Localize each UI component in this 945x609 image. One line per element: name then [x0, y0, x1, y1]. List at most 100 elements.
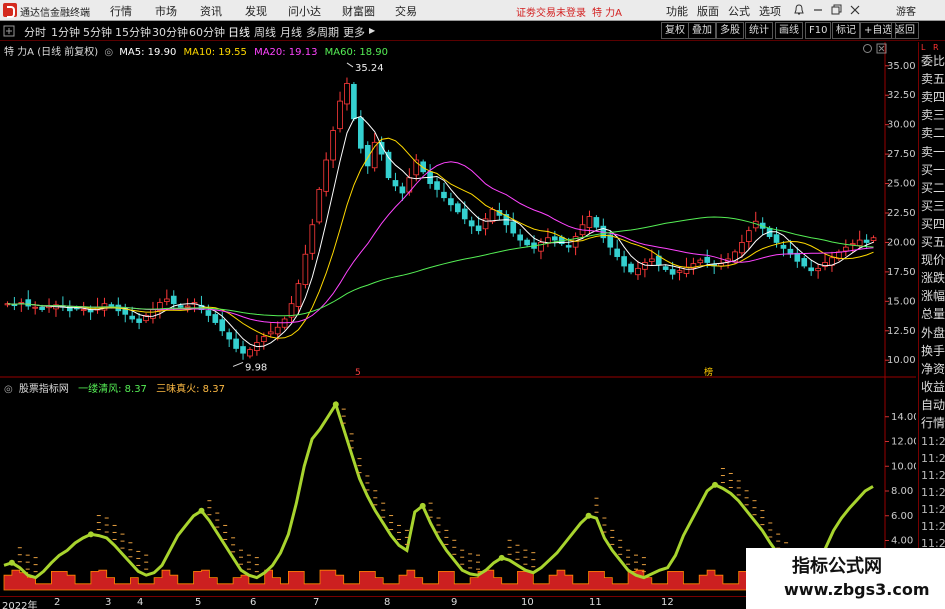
tab-60min[interactable]: 60分钟 [189, 24, 225, 40]
candle-body [309, 224, 316, 254]
back-button[interactable]: 返回 [891, 22, 919, 39]
guest-label[interactable]: 游客 [896, 3, 916, 18]
indicator-tick-label: 6.00 [891, 511, 913, 522]
candle-body [461, 208, 468, 220]
panel-l-label[interactable]: L [921, 43, 925, 52]
candle-body [780, 244, 787, 249]
menu-caifuquan[interactable]: 财富圈 [342, 3, 375, 19]
minimize-icon[interactable] [812, 4, 824, 16]
menu-faxian[interactable]: 发现 [245, 3, 267, 19]
tab-fenshi[interactable]: 分时 [24, 24, 46, 40]
qingfeng-peak-dot [498, 554, 505, 561]
watermark-banner: 指标公式网 www.zbgs3.com [746, 548, 945, 609]
candlestick-chart[interactable]: 35.00 32.50 30.00 27.50 25.00 22.50 20.00 17.50… [0, 42, 916, 378]
main-chart-legend: 特 力A (日线 前复权) ◎ MA5: 19.90 MA10: 19.55 M… [4, 43, 388, 58]
candle-body [150, 309, 156, 319]
indicator-legend: ◎ 股票指标网 一缕清风: 8.37 三味真火: 8.37 [4, 380, 225, 395]
candle-body [662, 266, 669, 270]
stats-button[interactable]: 统计 [745, 22, 773, 39]
panel-label-18: 收益 [921, 379, 945, 394]
restore-icon[interactable] [830, 4, 842, 16]
date-label: 6 [250, 597, 257, 608]
candle-body [863, 239, 870, 243]
draw-line-button[interactable]: 画线 [775, 22, 803, 39]
tab-15min[interactable]: 15分钟 [115, 24, 151, 40]
tab-30min[interactable]: 30分钟 [152, 24, 188, 40]
candle-body [524, 239, 530, 246]
watermark-title: 指标公式网 [792, 556, 882, 577]
menu-bar: 通达信金融终端 行情 市场 资讯 发现 问小达 财富圈 交易 证劵交易未登录 特… [0, 0, 945, 21]
expand-icon[interactable] [3, 25, 15, 37]
fuquan-button[interactable]: 复权 [661, 22, 689, 39]
more-chevron-icon[interactable]: ▶ [369, 26, 375, 35]
candle-body [260, 336, 267, 343]
menu-banmian[interactable]: 版面 [697, 3, 719, 19]
candle-body [177, 305, 184, 308]
menu-shichang[interactable]: 市场 [155, 3, 177, 19]
f10-button[interactable]: F10 [805, 22, 832, 39]
panel-label-19[interactable]: 自动 [921, 396, 945, 413]
trade-time: 11:27 [921, 520, 945, 533]
legend-ma60: MA60: 18.90 [324, 47, 388, 58]
price-tick-label: 30.00 [887, 120, 916, 131]
trade-time: 11:26 [921, 452, 945, 465]
candle-body [635, 267, 641, 276]
candle-body [849, 243, 856, 246]
candle-body [136, 318, 142, 323]
legend-settings-icon[interactable]: ◎ [104, 47, 113, 58]
candle-body [267, 331, 274, 335]
tab-more[interactable]: 更多 [343, 24, 365, 40]
panel-label-2: 卖四 [921, 90, 945, 105]
tab-monthly[interactable]: 月线 [280, 24, 302, 40]
menu-zixun[interactable]: 资讯 [200, 3, 222, 19]
notification-icon[interactable] [793, 4, 805, 16]
menu-wenxiaoda[interactable]: 问小达 [288, 3, 321, 19]
indicator-tick-label: 4.00 [891, 536, 913, 547]
tab-5min[interactable]: 5分钟 [83, 24, 112, 40]
candle-body [39, 306, 45, 310]
chart-settings-icon[interactable] [862, 43, 873, 54]
candle-body [247, 349, 253, 357]
candle-body [434, 181, 440, 190]
candle-body [344, 83, 350, 105]
tab-multi-period[interactable]: 多周期 [306, 24, 339, 40]
legend-qingfeng: 一缕清风: 8.37 [78, 384, 147, 395]
panel-label-1: 卖五 [921, 72, 945, 87]
candle-body [129, 315, 136, 320]
login-warning[interactable]: 证劵交易未登录 [516, 4, 586, 19]
price-tick-label: 10.00 [887, 355, 916, 366]
candle-body [551, 236, 558, 241]
panel-label-0: 委比 [921, 54, 945, 68]
panel-label-9: 买四 [921, 216, 945, 231]
legend-ma10: MA10: 19.55 [183, 47, 247, 58]
date-label: 2 [54, 597, 61, 608]
chart-close-icon[interactable] [876, 43, 887, 54]
tab-1min[interactable]: 1分钟 [51, 24, 80, 40]
close-icon[interactable] [849, 4, 861, 16]
menu-gongshi[interactable]: 公式 [728, 3, 750, 19]
qingfeng-peak-dot [332, 401, 339, 408]
candle-body [80, 309, 87, 311]
candle-body [648, 258, 655, 262]
price-tick-label: 22.50 [887, 208, 916, 219]
menu-hangqing[interactable]: 行情 [110, 3, 132, 19]
legend-ma5: MA5: 19.90 [119, 47, 177, 58]
menu-jiaoyi[interactable]: 交易 [395, 3, 417, 19]
date-label: 12 [661, 597, 674, 608]
candle-body [628, 263, 634, 273]
menu-xuanxiang[interactable]: 选项 [759, 3, 781, 19]
tab-weekly[interactable]: 周线 [254, 24, 276, 40]
menu-gongneng[interactable]: 功能 [666, 3, 688, 19]
candle-body [385, 151, 392, 179]
candle-body [614, 248, 621, 257]
multi-stock-button[interactable]: 多股 [716, 22, 744, 39]
indicator-settings-icon[interactable]: ◎ [4, 384, 13, 395]
panel-r-label[interactable]: R [933, 43, 939, 52]
price-tick-label: 15.00 [887, 296, 916, 307]
candle-body [302, 253, 309, 286]
overlay-button[interactable]: 叠加 [688, 22, 716, 39]
candle-body [683, 266, 690, 274]
panel-label-20[interactable]: 行情 [921, 414, 945, 431]
tab-daily[interactable]: 日线 [228, 24, 250, 40]
mark-button[interactable]: 标记 [832, 22, 860, 39]
